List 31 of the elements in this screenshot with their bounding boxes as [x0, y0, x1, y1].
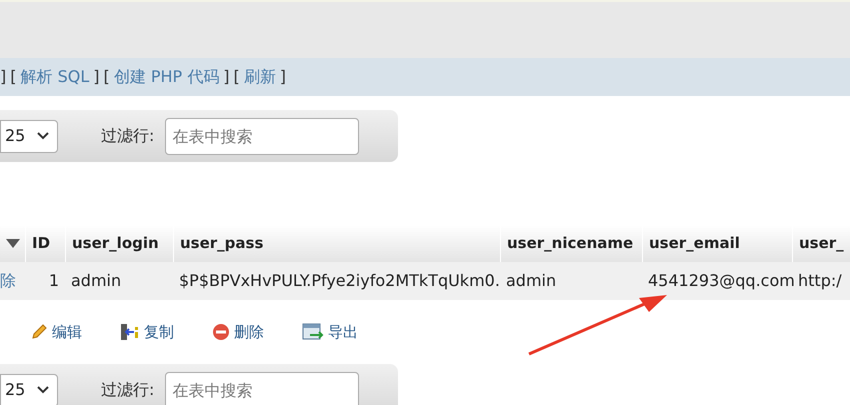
- filter-field[interactable]: 在表中搜索: [165, 118, 360, 154]
- bracket: ]: [280, 66, 286, 88]
- sort-icon[interactable]: [6, 239, 20, 248]
- table-cell-text: http:/: [797, 270, 843, 292]
- chevron-icon: [37, 132, 49, 140]
- bracket: [: [234, 66, 240, 88]
- filter-label: 过滤行:: [101, 379, 154, 401]
- table-cell-text: admin: [505, 270, 558, 292]
- bracket: [: [104, 66, 110, 88]
- bracket: ]: [0, 66, 6, 88]
- bracket: ]: [223, 66, 230, 88]
- delete-link[interactable]: 除: [0, 269, 25, 293]
- bracket: ]: [93, 66, 100, 88]
- table-cell-text: $P$BPVxHvPULY.Pfye2iyfo2MTkTqUkm0.: [178, 270, 500, 292]
- table-cell-text: 4541293@qq.com: [647, 270, 792, 292]
- table-cell-text: 1: [48, 270, 60, 292]
- bracket: [: [10, 66, 16, 88]
- chevron-icon: [37, 386, 49, 394]
- filter-label: 过滤行:: [101, 125, 154, 147]
- copy-icon: [120, 323, 140, 341]
- action-link[interactable]: 编辑: [30, 320, 82, 344]
- pencil-icon: [30, 323, 48, 341]
- page-size-select[interactable]: 25: [0, 120, 58, 152]
- action-link[interactable]: 复制: [120, 320, 174, 344]
- action-link[interactable]: 导出: [302, 320, 358, 344]
- action-link[interactable]: 删除: [212, 320, 264, 344]
- delete-icon: [212, 323, 230, 341]
- export-icon: [302, 323, 324, 341]
- page-size-select[interactable]: 25: [0, 374, 58, 405]
- filter-field[interactable]: 在表中搜索: [165, 372, 360, 405]
- table-cell-text: admin: [70, 270, 122, 292]
